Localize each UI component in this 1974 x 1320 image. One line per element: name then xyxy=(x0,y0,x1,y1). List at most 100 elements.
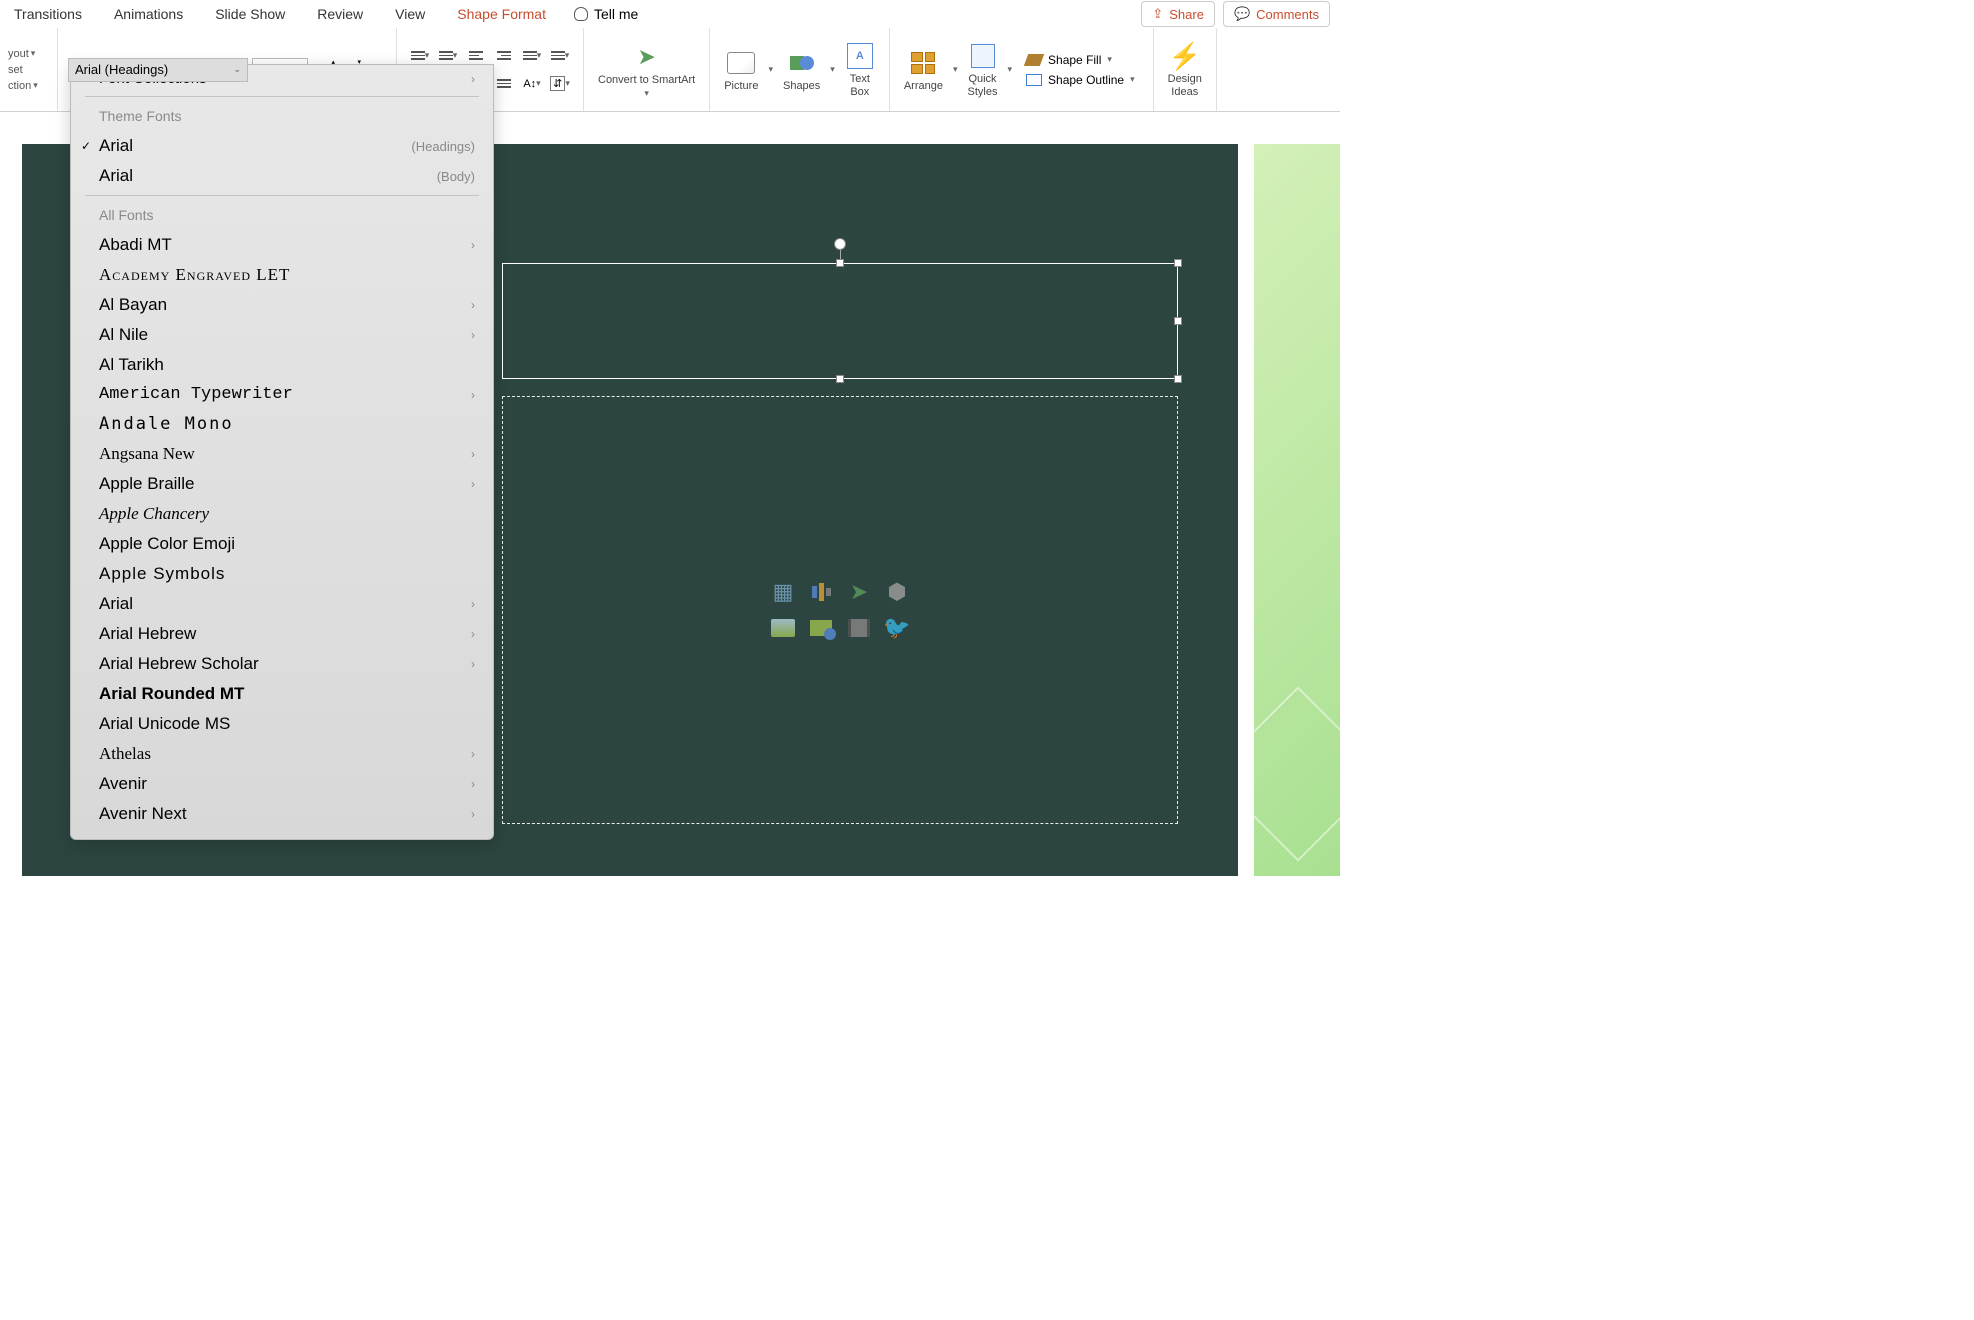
resize-handle-n[interactable] xyxy=(836,259,844,267)
reset-button[interactable]: set xyxy=(8,62,49,78)
font-option[interactable]: Andale Mono xyxy=(71,409,493,439)
theme-font-headings[interactable]: ✓ Arial (Headings) xyxy=(71,131,493,161)
title-placeholder[interactable] xyxy=(502,263,1178,379)
font-option[interactable]: Apple Braille› xyxy=(71,469,493,499)
lightbulb-icon xyxy=(574,7,588,21)
tab-view[interactable]: View xyxy=(391,4,429,24)
font-dropdown-menu: Font Collections › Theme Fonts ✓ Arial (… xyxy=(70,64,494,840)
ribbon-tabs: Transitions Animations Slide Show Review… xyxy=(0,0,1340,28)
font-option[interactable]: Avenir Next› xyxy=(71,799,493,829)
insert-picture-icon[interactable] xyxy=(767,613,799,643)
font-option[interactable]: Academy Engraved LET xyxy=(71,260,493,290)
chevron-right-icon: › xyxy=(471,72,475,86)
font-option[interactable]: Angsana New› xyxy=(71,439,493,469)
comments-button[interactable]: 💬 Comments xyxy=(1223,1,1330,27)
font-option[interactable]: Al Tarikh xyxy=(71,350,493,380)
shape-fill-button[interactable]: Shape Fill ▾ xyxy=(1026,53,1135,67)
font-option[interactable]: Arial Rounded MT xyxy=(71,679,493,709)
textbox-button[interactable]: A TextBox xyxy=(839,39,881,99)
font-option[interactable]: Arial Hebrew› xyxy=(71,619,493,649)
align-text-button[interactable]: ⇵▾ xyxy=(547,73,573,95)
chevron-right-icon: › xyxy=(471,627,475,641)
resize-handle-e[interactable] xyxy=(1174,317,1182,325)
picture-dropdown[interactable]: ▾ xyxy=(768,64,773,75)
text-direction-icon: A↕ xyxy=(523,78,536,90)
increase-indent-button[interactable] xyxy=(491,45,517,67)
shapes-button[interactable]: Shapes xyxy=(777,46,826,94)
tab-transitions[interactable]: Transitions xyxy=(10,4,86,24)
insert-icon-icon[interactable]: 🐦 xyxy=(881,613,913,643)
font-option[interactable]: Avenir› xyxy=(71,769,493,799)
font-option[interactable]: Apple Symbols xyxy=(71,559,493,589)
font-option[interactable]: American Typewriter› xyxy=(71,380,493,409)
insert-online-picture-icon[interactable] xyxy=(805,613,837,643)
separator xyxy=(85,96,479,97)
arrange-dropdown[interactable]: ▾ xyxy=(953,64,958,75)
theme-font-body[interactable]: Arial (Body) xyxy=(71,161,493,191)
tab-review[interactable]: Review xyxy=(313,4,367,24)
columns-button[interactable]: ▾ xyxy=(547,45,573,67)
section-dropdown[interactable]: ction▾ xyxy=(8,78,49,94)
lightning-icon: ⚡ xyxy=(1169,41,1201,72)
arrange-button[interactable]: Arrange xyxy=(898,46,949,94)
chevron-down-icon: ⌄ xyxy=(233,64,241,75)
resize-handle-s[interactable] xyxy=(836,375,844,383)
font-option[interactable]: Athelas› xyxy=(71,739,493,769)
chevron-right-icon: › xyxy=(471,238,475,252)
font-family-select[interactable]: Arial (Headings) ⌄ xyxy=(68,58,248,82)
insert-chart-icon[interactable] xyxy=(805,577,837,607)
spacing-icon xyxy=(523,51,537,60)
font-option[interactable]: Arial Hebrew Scholar› xyxy=(71,649,493,679)
insert-smartart-icon[interactable]: ➤ xyxy=(843,577,875,607)
rotation-handle[interactable] xyxy=(834,238,846,250)
font-option[interactable]: Arial› xyxy=(71,589,493,619)
design-ideas-button[interactable]: ⚡ DesignIdeas xyxy=(1162,39,1208,99)
smartart-icon: ➤ xyxy=(632,42,662,72)
chevron-right-icon: › xyxy=(471,807,475,821)
shape-outline-icon xyxy=(1026,74,1042,86)
justify-button[interactable] xyxy=(491,73,517,95)
chevron-right-icon: › xyxy=(471,388,475,402)
resize-handle-se[interactable] xyxy=(1174,375,1182,383)
insert-table-icon[interactable]: ▦ xyxy=(767,577,799,607)
outdent-icon xyxy=(469,51,483,60)
quick-styles-button[interactable]: QuickStyles xyxy=(962,39,1004,99)
shape-outline-button[interactable]: Shape Outline ▾ xyxy=(1026,73,1135,87)
quick-styles-dropdown[interactable]: ▾ xyxy=(1008,64,1013,75)
layout-group-partial: yout▾ set ction▾ xyxy=(0,28,58,111)
theme-fonts-header: Theme Fonts xyxy=(71,101,493,131)
font-option[interactable]: Al Nile› xyxy=(71,320,493,350)
share-button[interactable]: ⇪ Share xyxy=(1141,1,1215,27)
tell-me-search[interactable]: Tell me xyxy=(574,6,638,22)
layout-dropdown[interactable]: yout▾ xyxy=(8,46,49,62)
font-option[interactable]: Al Bayan› xyxy=(71,290,493,320)
picture-icon xyxy=(727,52,755,74)
font-option[interactable]: Arial Unicode MS xyxy=(71,709,493,739)
text-direction-button[interactable]: A↕▾ xyxy=(519,73,545,95)
separator xyxy=(85,195,479,196)
shapes-dropdown[interactable]: ▾ xyxy=(830,64,835,75)
insert-video-icon[interactable] xyxy=(843,613,875,643)
font-option[interactable]: Abadi MT› xyxy=(71,230,493,260)
font-option[interactable]: Apple Chancery xyxy=(71,499,493,529)
tell-me-label: Tell me xyxy=(594,6,638,22)
content-placeholder[interactable]: ▦ ➤ ⬢ 🐦 xyxy=(502,396,1178,824)
tab-animations[interactable]: Animations xyxy=(110,4,187,24)
font-option[interactable]: Apple Color Emoji xyxy=(71,529,493,559)
insert-3d-icon[interactable]: ⬢ xyxy=(881,577,913,607)
share-icon: ⇪ xyxy=(1152,6,1163,22)
line-spacing-button[interactable]: ▾ xyxy=(519,45,545,67)
all-fonts-header: All Fonts xyxy=(71,200,493,230)
slide-accent-strip xyxy=(1254,144,1340,876)
resize-handle-ne[interactable] xyxy=(1174,259,1182,267)
content-insert-icons: ▦ ➤ ⬢ 🐦 xyxy=(767,577,913,643)
tab-slideshow[interactable]: Slide Show xyxy=(211,4,289,24)
chevron-right-icon: › xyxy=(471,298,475,312)
chevron-right-icon: › xyxy=(471,747,475,761)
chevron-right-icon: › xyxy=(471,477,475,491)
tab-shape-format[interactable]: Shape Format xyxy=(453,4,550,24)
columns-icon xyxy=(551,51,565,60)
convert-smartart-button[interactable]: ➤ Convert to SmartArt xyxy=(592,40,701,88)
picture-button[interactable]: Picture xyxy=(718,46,764,94)
numbering-icon xyxy=(439,51,453,60)
